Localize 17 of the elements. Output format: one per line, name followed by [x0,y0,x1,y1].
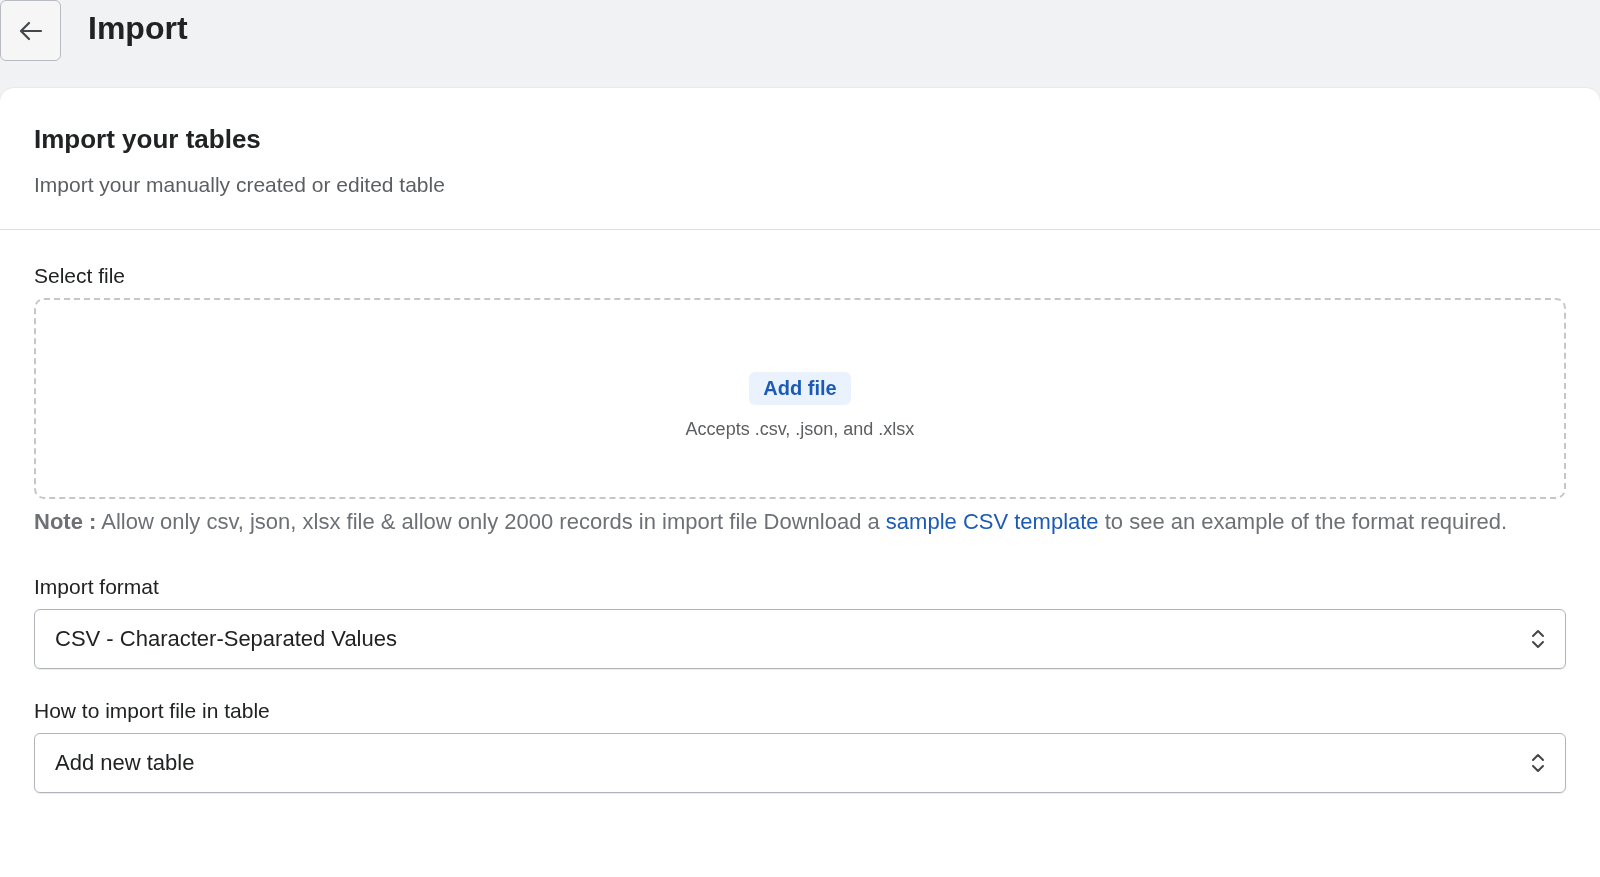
page-title: Import [88,10,188,47]
back-button[interactable] [0,0,61,61]
accepted-formats-text: Accepts .csv, .json, and .xlsx [685,418,915,440]
file-drop-zone[interactable]: Add file Accepts .csv, .json, and .xlsx [34,298,1566,499]
field-label: Select file [34,264,127,288]
card-subtitle: Import your manually created or edited table [34,173,446,197]
arrow-left-icon [18,20,43,41]
select-field[interactable]: Add new table [34,733,1566,793]
field-label: How to import file in table [34,699,271,723]
add-file-button[interactable]: Add file [749,371,851,405]
chevron-up-down-icon [1531,752,1545,774]
card-title: Import your tables [34,124,262,155]
note-text: Note : Allow only csv, json, xlsx file & allow only 2000 records in import file Download a sample CSV template to see an example of the format required. [34,508,1509,536]
field-label: Import format [34,575,160,599]
sample-template-link[interactable]: sample CSV template [885,509,1099,534]
select-field[interactable]: CSV - Character-Separated Values [34,609,1566,669]
chevron-up-down-icon [1531,628,1545,650]
